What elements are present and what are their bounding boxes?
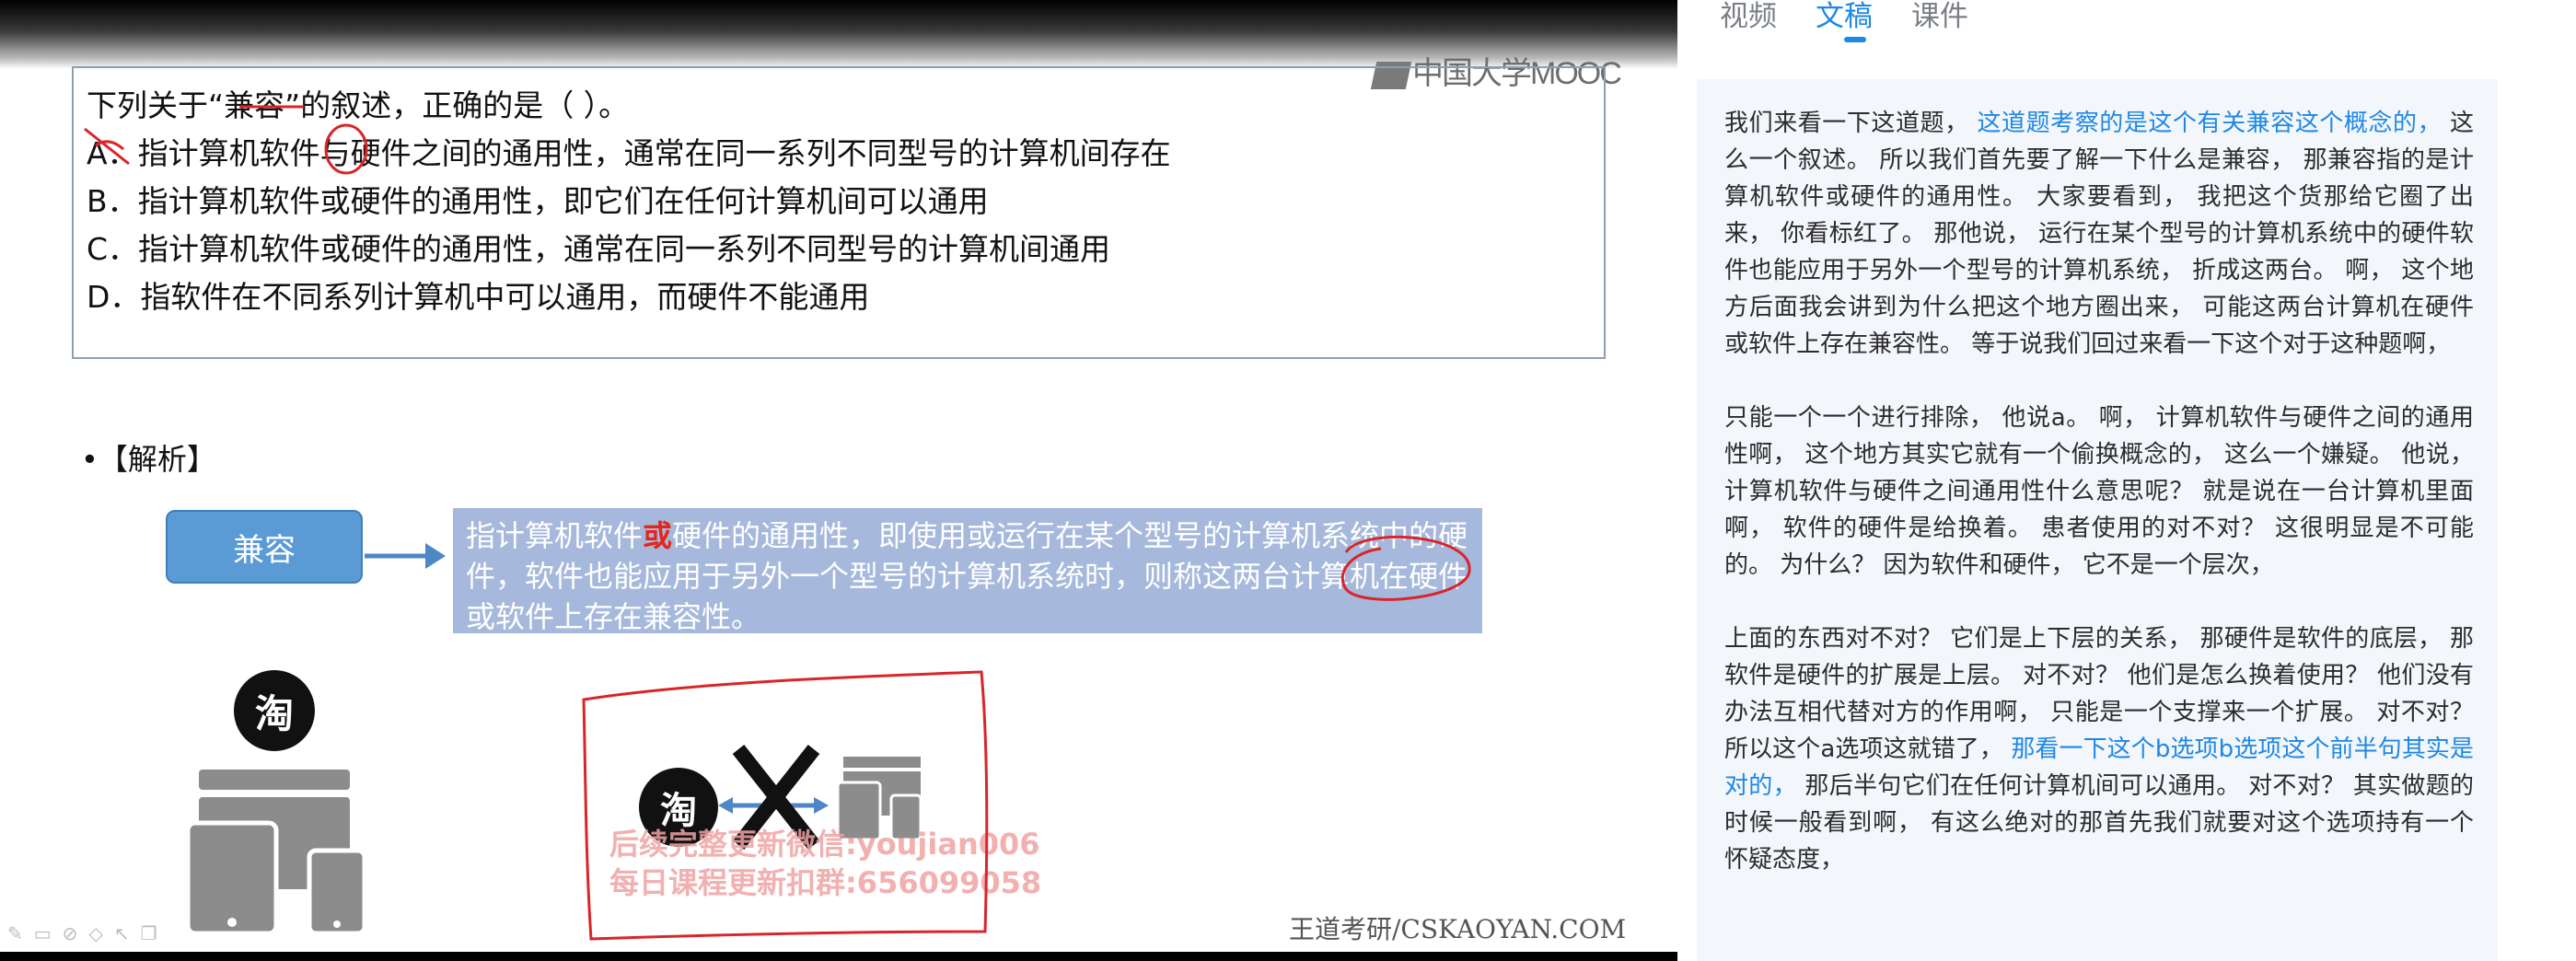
highlight-icon[interactable]: ◇	[88, 922, 102, 944]
watermark-line-1: 后续完整更新微信:youjian006	[609, 827, 1040, 862]
video-controls: ✎ ▭ ⊘ ◇ ↖ ❐	[7, 922, 157, 944]
option-d: D．指软件在不同系列计算机中可以通用，而硬件不能通用	[87, 279, 870, 315]
right-arrow-icon	[365, 543, 446, 569]
video-bottom-bar	[0, 952, 1677, 961]
definition-highlight: 或	[643, 518, 673, 553]
watermark-line-2: 每日课程更新扣群:656099058	[609, 865, 1042, 900]
transcript-paragraph: 只能一个一个进行排除， 他说a。 啊， 计算机软件与硬件之间的通用性啊， 这个地…	[1724, 399, 2474, 584]
tab-courseware[interactable]: 课件	[1911, 0, 1968, 34]
taobao-icon: 淘	[234, 670, 315, 751]
transcript-highlight[interactable]: 这道题考察的是这个有关兼容这个概念的，	[1977, 110, 2442, 137]
tab-video[interactable]: 视频	[1720, 0, 1777, 34]
transcript-paragraph: 上面的东西对不对？ 它们是上下层的关系， 那硬件是软件的底层， 那软件是硬件的扩…	[1724, 620, 2474, 878]
concept-box: 兼容	[166, 510, 363, 584]
copy-icon[interactable]: ❐	[141, 922, 157, 944]
tab-transcript[interactable]: 文稿	[1816, 0, 1873, 34]
transcript-area[interactable]: 我们来看一下这道题， 这道题考察的是这个有关兼容这个概念的， 这么一个叙述。 所…	[1697, 79, 2498, 961]
option-c: C．指计算机软件或硬件的通用性，通常在同一系列不同型号的计算机间通用	[87, 231, 1111, 267]
definition-part1: 指计算机软件	[466, 518, 644, 553]
transcript-text[interactable]: 我们来看一下这道题，	[1724, 110, 1977, 137]
tab-active-indicator	[1844, 37, 1866, 42]
transcript-text[interactable]: 只能一个一个进行排除， 他说a。 啊， 计算机软件与硬件之间的通用性啊， 这个地…	[1724, 404, 2474, 579]
video-player[interactable]: 中国大学MOOC 下列关于“兼容”的叙述，正确的是（ ）。 A．指计算机软件与硬…	[0, 0, 1677, 961]
pen-icon[interactable]: ✎	[7, 922, 23, 944]
transcript-paragraph: 我们来看一下这道题， 这道题考察的是这个有关兼容这个概念的， 这么一个叙述。 所…	[1724, 105, 2474, 363]
transcript-text[interactable]: 那后半句它们在任何计算机间可以通用。 对不对？ 其实做题的时候一般看到啊， 有这…	[1724, 772, 2474, 874]
site-credit: 王道考研/CSKAOYAN.COM	[1289, 914, 1627, 944]
concept-label: 兼容	[233, 531, 296, 569]
question-stem: 下列关于“兼容”的叙述，正确的是（ ）。	[87, 87, 630, 123]
option-a: A．指计算机软件与硬件之间的通用性，通常在同一系列不同型号的计算机间存在	[87, 135, 1171, 171]
analysis-title: •【解析】	[81, 442, 216, 477]
transcript-text[interactable]: 这么一个叙述。 所以我们首先要了解一下什么是兼容， 那兼容指的是计算机软件或硬件…	[1724, 110, 2474, 358]
side-panel: 视频 文稿 课件 我们来看一下这道题， 这道题考察的是这个有关兼容这个概念的， …	[1677, 0, 2576, 961]
option-b: B．指计算机软件或硬件的通用性，即它们在任何计算机间可以通用	[87, 183, 989, 219]
eraser-icon[interactable]: ▭	[34, 922, 52, 944]
question-box: 下列关于“兼容”的叙述，正确的是（ ）。 A．指计算机软件与硬件之间的通用性，通…	[72, 66, 1606, 359]
link-icon[interactable]: ⊘	[63, 922, 78, 944]
taobao-glyph: 淘	[254, 690, 294, 736]
definition-box: 指计算机软件或硬件的通用性，即使用或运行在某个型号的计算机系统中的硬件，软件也能…	[453, 508, 1482, 634]
devices-icon	[185, 770, 367, 933]
pointer-icon[interactable]: ↖	[114, 922, 130, 944]
